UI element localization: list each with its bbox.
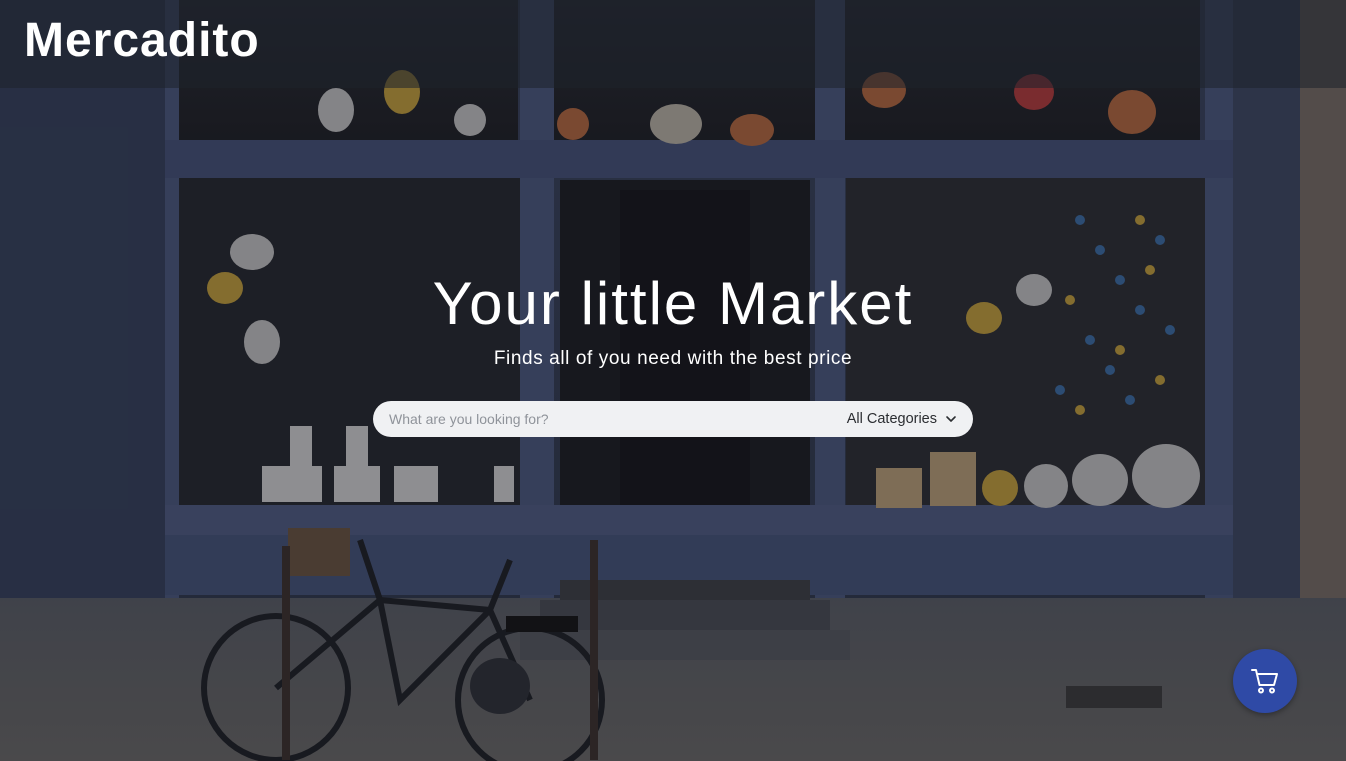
- hero-subtitle: Finds all of you need with the best pric…: [493, 348, 853, 369]
- search-bar: All Categories: [373, 401, 973, 437]
- category-dropdown-label: All Categories: [846, 411, 937, 427]
- brand-logo[interactable]: Mercadito: [24, 12, 260, 70]
- cart-button[interactable]: [1233, 649, 1297, 713]
- background-dim-overlay: [0, 0, 1346, 761]
- page: Mercadito Your little Market Finds all o…: [0, 0, 1346, 761]
- top-header: Mercadito: [0, 0, 1346, 88]
- search-input[interactable]: [387, 401, 829, 437]
- shopping-cart-icon: [1251, 669, 1278, 694]
- category-dropdown[interactable]: All Categories: [847, 401, 957, 437]
- chevron-down-icon: [946, 416, 956, 422]
- hero-title: Your little Market: [432, 270, 914, 337]
